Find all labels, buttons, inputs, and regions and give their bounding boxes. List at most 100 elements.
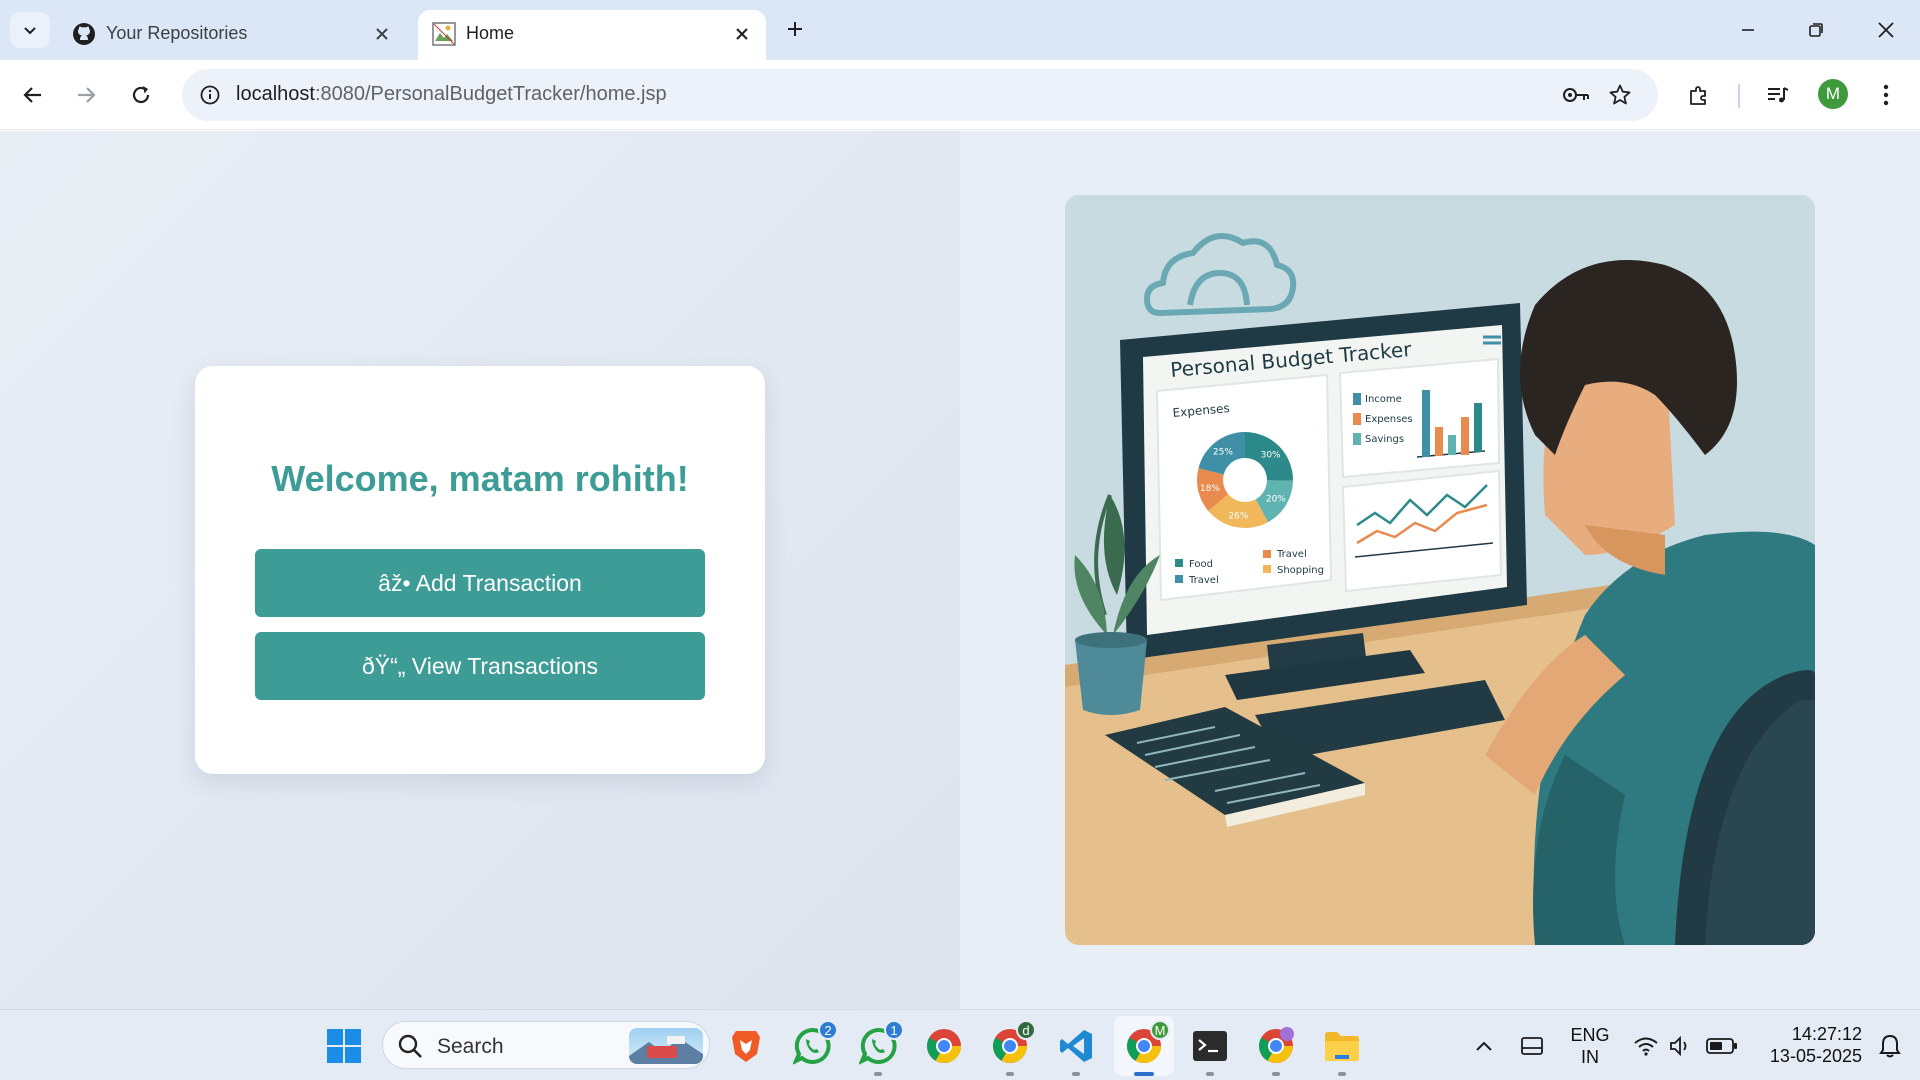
search-label: Search — [437, 1035, 504, 1058]
start-button[interactable] — [320, 1022, 368, 1070]
running-indicator — [1134, 1072, 1154, 1076]
search-highlight-image — [629, 1028, 703, 1064]
tab-your-repositories[interactable]: Your Repositories — [58, 10, 406, 60]
password-key-icon[interactable] — [1560, 79, 1592, 111]
file-explorer-icon[interactable] — [1318, 1022, 1366, 1076]
notification-badge: 1 — [884, 1020, 904, 1040]
github-icon — [72, 22, 96, 46]
vscode-icon[interactable] — [1052, 1022, 1100, 1076]
add-transaction-button[interactable]: âž• Add Transaction — [255, 549, 705, 617]
running-indicator — [1072, 1072, 1080, 1076]
terminal-icon[interactable] — [1186, 1022, 1234, 1076]
tab-title: Home — [466, 23, 515, 43]
region-code: IN — [1581, 1047, 1599, 1067]
pie-slice-label: 25% — [1213, 448, 1233, 458]
close-icon — [1878, 22, 1894, 38]
media-control-button[interactable] — [1758, 75, 1798, 115]
pie-legend-item: Travel — [1188, 575, 1219, 586]
running-indicator — [874, 1072, 882, 1076]
view-transactions-button[interactable]: ðŸ“„ View Transactions — [255, 632, 705, 700]
browser-tab-bar: Your Repositories Home — [0, 0, 1920, 60]
bookmark-star-icon[interactable] — [1604, 79, 1636, 111]
whatsapp-icon[interactable]: 2 — [788, 1020, 838, 1070]
url-path: :8080/PersonalBudgetTracker/home.jsp — [314, 83, 667, 105]
restore-button[interactable] — [1794, 10, 1838, 50]
browser-toolbar: localhost:8080/PersonalBudgetTracker/hom… — [0, 60, 1920, 130]
minimize-button[interactable] — [1726, 10, 1770, 50]
bar-legend-item: Expenses — [1365, 414, 1413, 425]
pie-slice-label: 20% — [1266, 495, 1286, 505]
reload-button[interactable] — [121, 75, 161, 115]
windows-logo-icon — [327, 1029, 361, 1063]
close-tab-icon[interactable] — [728, 20, 756, 48]
notification-badge: 2 — [818, 1020, 838, 1040]
browser-menu-button[interactable] — [1866, 75, 1906, 115]
bell-icon — [1879, 1034, 1901, 1058]
chevron-up-icon — [1476, 1041, 1492, 1051]
clock[interactable]: 14:27:12 13-05-2025 — [1752, 1023, 1862, 1067]
volume-icon[interactable] — [1656, 1022, 1704, 1070]
right-pane: Personal Budget Tracker Expenses 30% 20% 2… — [960, 131, 1920, 1009]
tab-search-button[interactable] — [10, 12, 50, 48]
running-indicator — [1338, 1072, 1346, 1076]
show-hidden-icons-button[interactable] — [1460, 1022, 1508, 1070]
chrome-profile-d-icon[interactable]: d — [986, 1020, 1036, 1076]
arrow-left-icon — [23, 87, 41, 103]
running-indicator — [1272, 1072, 1280, 1076]
extensions-button[interactable] — [1679, 75, 1719, 115]
windows-taskbar: Search 2 1 d M ENG IN 14:27:12 13-05-202… — [0, 1009, 1920, 1080]
bar-legend-item: Savings — [1365, 434, 1404, 445]
bar-legend-item: Income — [1365, 394, 1402, 405]
pie-slice-label: 18% — [1200, 484, 1220, 494]
page-content: Welcome, matam rohith! âž• Add Transacti… — [0, 131, 1920, 1009]
url-host: localhost — [236, 83, 315, 105]
close-tab-icon[interactable] — [368, 20, 396, 48]
pie-slice-label: 30% — [1261, 451, 1281, 461]
kebab-menu-icon — [1883, 84, 1889, 106]
media-queue-icon — [1768, 87, 1789, 103]
welcome-card: Welcome, matam rohith! âž• Add Transacti… — [195, 366, 765, 774]
tab-title: Your Repositories — [106, 23, 248, 43]
profile-avatar[interactable]: M — [1818, 79, 1848, 109]
chrome-icon[interactable] — [920, 1022, 968, 1070]
battery-icon[interactable] — [1698, 1022, 1746, 1070]
chrome-active-icon[interactable]: M — [1120, 1020, 1170, 1076]
minimize-icon — [1742, 29, 1754, 31]
clock-date: 13-05-2025 — [1769, 1046, 1862, 1066]
brave-browser-icon[interactable] — [722, 1022, 770, 1070]
chrome-profile-icon[interactable] — [1252, 1022, 1300, 1076]
welcome-heading: Welcome, matam rohith! — [271, 458, 689, 499]
taskbar-search-box[interactable]: Search — [382, 1021, 710, 1069]
arrow-right-icon — [78, 87, 96, 103]
language-code: ENG — [1570, 1025, 1610, 1045]
pie-legend-item: Travel — [1276, 549, 1307, 560]
plus-icon — [788, 22, 802, 36]
forward-button[interactable] — [66, 75, 106, 115]
reload-icon — [132, 86, 150, 104]
close-window-button[interactable] — [1864, 10, 1908, 50]
pie-legend-item: Shopping — [1277, 565, 1324, 576]
back-button[interactable] — [13, 75, 53, 115]
pie-slice-label: 26% — [1228, 511, 1248, 521]
running-indicator — [1006, 1072, 1014, 1076]
page-favicon-icon — [432, 22, 456, 46]
toolbar-divider — [1738, 84, 1740, 108]
address-bar[interactable]: localhost:8080/PersonalBudgetTracker/hom… — [182, 69, 1658, 121]
new-tab-button[interactable] — [778, 12, 812, 46]
running-indicator — [1206, 1072, 1214, 1076]
pen-workspace-icon — [1521, 1037, 1543, 1055]
site-info-icon[interactable] — [194, 79, 226, 111]
chevron-down-icon — [24, 27, 36, 35]
url-text: localhost:8080/PersonalBudgetTracker/hom… — [236, 83, 667, 106]
notifications-button[interactable] — [1866, 1022, 1914, 1070]
profile-badge: M — [1150, 1020, 1170, 1040]
input-language-indicator[interactable]: ENG IN — [1564, 1024, 1616, 1068]
tablet-mode-button[interactable] — [1508, 1022, 1556, 1070]
pie-legend-item: Food — [1189, 559, 1213, 570]
budget-tracker-illustration: Personal Budget Tracker Expenses 30% 20% 2… — [1065, 195, 1815, 945]
whatsapp-business-icon[interactable]: 1 — [854, 1020, 904, 1076]
tab-home[interactable]: Home — [418, 10, 766, 60]
restore-icon — [1809, 23, 1823, 37]
clock-time: 14:27:12 — [1791, 1024, 1862, 1044]
puzzle-icon — [1690, 86, 1706, 105]
